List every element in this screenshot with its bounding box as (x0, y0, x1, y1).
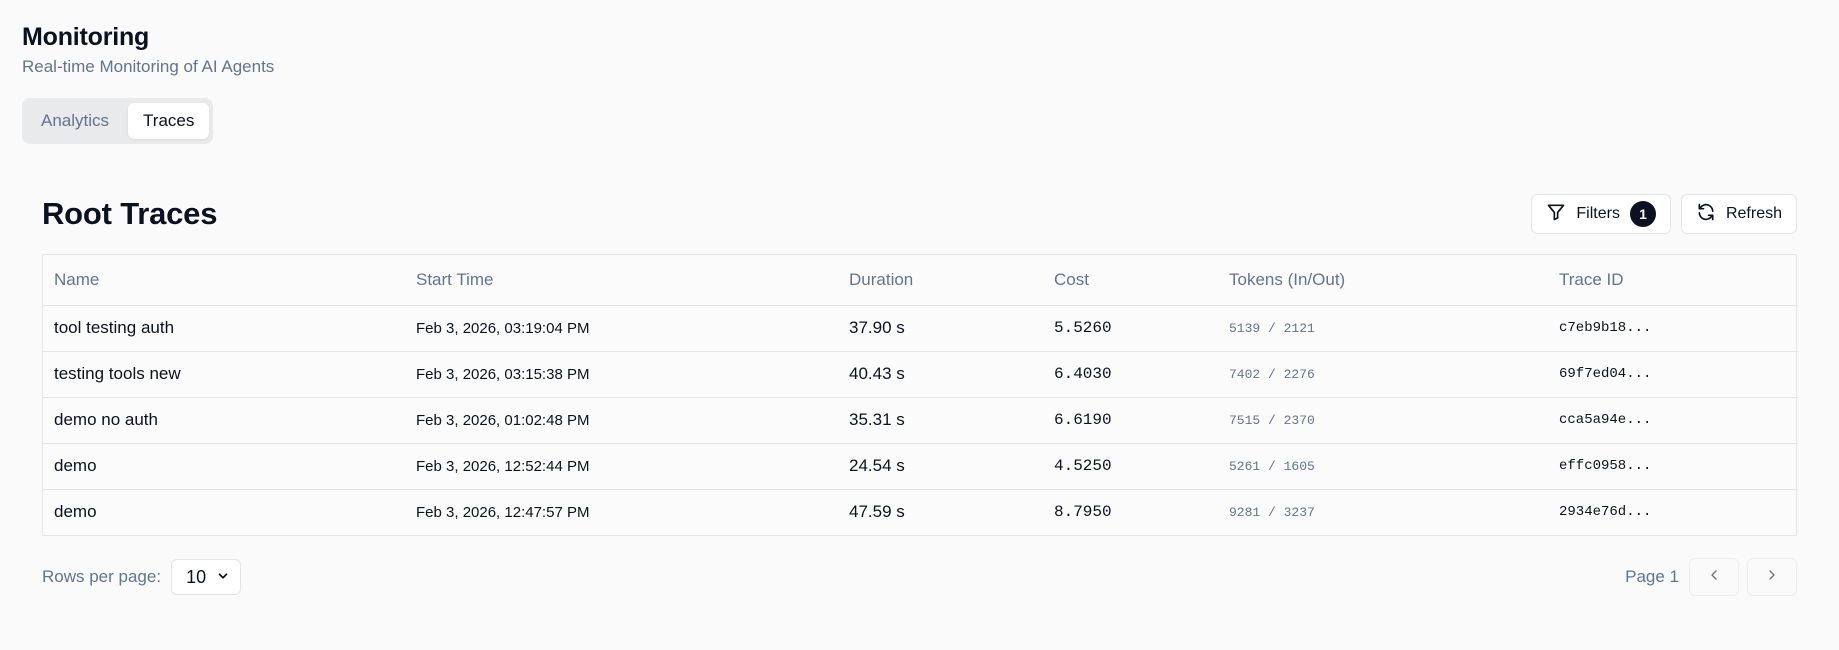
filters-count-badge: 1 (1629, 201, 1656, 227)
cell-name: demo (54, 502, 97, 522)
table-row[interactable]: testing tools new Feb 3, 2026, 03:15:38 … (43, 351, 1798, 398)
rows-per-page-label: Rows per page: (42, 567, 162, 586)
filter-icon (1546, 202, 1566, 227)
rows-per-page-value: 10 (186, 566, 207, 587)
table-row[interactable]: demo Feb 3, 2026, 12:52:44 PM 24.54 s 4.… (43, 443, 1798, 490)
cell-cost: 5.5260 (1043, 305, 1218, 352)
panel-header: Root Traces Filters 1 Refresh (42, 192, 1797, 236)
cell-start-time: Feb 3, 2026, 12:47:57 PM (416, 503, 590, 521)
cell-cost: 4.5250 (1043, 443, 1218, 490)
refresh-label: Refresh (1725, 205, 1782, 222)
cell-name: testing tools new (43, 351, 405, 398)
root-traces-panel: Root Traces Filters 1 Refresh Name Start… (42, 192, 1798, 596)
cell-trace-id: 69f7ed04... (1548, 351, 1798, 398)
cell-tokens: 5139 / 2121 (1218, 305, 1548, 352)
cell-trace-id: 2934e76d... (1559, 504, 1652, 521)
cell-duration: 24.54 s (838, 443, 1043, 490)
monitoring-page: Monitoring Real-time Monitoring of AI Ag… (0, 0, 1839, 650)
cell-duration: 37.90 s (838, 305, 1043, 352)
cell-tokens: 9281 / 3237 (1229, 504, 1315, 520)
chevron-right-icon (1764, 567, 1780, 588)
cell-cost: 8.7950 (1054, 503, 1112, 522)
rows-per-page-select[interactable]: 10 (171, 559, 242, 595)
column-header-trace-id[interactable]: Trace ID (1548, 255, 1798, 306)
refresh-button[interactable]: Refresh (1680, 194, 1797, 234)
cell-trace-id: c7eb9b18... (1548, 305, 1798, 352)
cell-duration: 40.43 s (838, 351, 1043, 398)
cell-start-time: Feb 3, 2026, 12:52:44 PM (405, 443, 838, 490)
cell-name: tool testing auth (43, 305, 405, 352)
pagination: Page 1 (1625, 558, 1797, 596)
cell-start-time: Feb 3, 2026, 01:02:48 PM (405, 397, 838, 444)
cell-cost: 6.4030 (1043, 351, 1218, 398)
page-subtitle: Real-time Monitoring of AI Agents (22, 57, 275, 76)
table-header-row: Name Start Time Duration Cost Tokens (In… (43, 255, 1798, 306)
chevron-left-icon (1706, 567, 1722, 588)
traces-table-container: Name Start Time Duration Cost Tokens (In… (42, 254, 1798, 536)
panel-actions: Filters 1 Refresh (1531, 194, 1797, 234)
column-header-cost[interactable]: Cost (1043, 255, 1218, 306)
page-title: Monitoring (22, 23, 150, 51)
filters-label: Filters (1576, 205, 1620, 222)
column-header-tokens[interactable]: Tokens (In/Out) (1218, 255, 1548, 306)
table-row[interactable]: demo Feb 3, 2026, 12:47:57 PM 47.59 s 8.… (43, 489, 1798, 535)
refresh-icon (1696, 202, 1716, 227)
cell-tokens: 7515 / 2370 (1218, 397, 1548, 444)
cell-start-time: Feb 3, 2026, 03:19:04 PM (405, 305, 838, 352)
cell-name: demo no auth (43, 397, 405, 444)
cell-duration: 47.59 s (849, 502, 905, 522)
rows-per-page: Rows per page: 10 (42, 559, 242, 595)
cell-trace-id: cca5a94e... (1548, 397, 1798, 444)
previous-page-button[interactable] (1689, 558, 1739, 596)
cell-duration: 35.31 s (838, 397, 1043, 444)
view-tabs: Analytics Traces (22, 98, 214, 144)
column-header-name[interactable]: Name (43, 255, 405, 306)
cell-tokens: 7402 / 2276 (1218, 351, 1548, 398)
cell-trace-id: effc0958... (1548, 443, 1798, 490)
column-header-start-time[interactable]: Start Time (405, 255, 838, 306)
tab-traces[interactable]: Traces (128, 103, 210, 139)
table-footer: Rows per page: 10 Page 1 (42, 558, 1797, 596)
chevron-down-icon (216, 567, 230, 588)
filters-button[interactable]: Filters 1 (1531, 194, 1671, 234)
cell-cost: 6.6190 (1043, 397, 1218, 444)
cell-start-time: Feb 3, 2026, 03:15:38 PM (405, 351, 838, 398)
tab-analytics[interactable]: Analytics (26, 103, 124, 139)
table-row[interactable]: demo no auth Feb 3, 2026, 01:02:48 PM 35… (43, 397, 1798, 444)
panel-title: Root Traces (42, 196, 218, 231)
cell-tokens: 5261 / 1605 (1218, 443, 1548, 490)
cell-name: demo (43, 443, 405, 490)
traces-table: Name Start Time Duration Cost Tokens (In… (43, 255, 1798, 535)
table-row[interactable]: tool testing auth Feb 3, 2026, 03:19:04 … (43, 305, 1798, 352)
next-page-button[interactable] (1747, 558, 1797, 596)
column-header-duration[interactable]: Duration (838, 255, 1043, 306)
page-indicator: Page 1 (1625, 567, 1679, 586)
